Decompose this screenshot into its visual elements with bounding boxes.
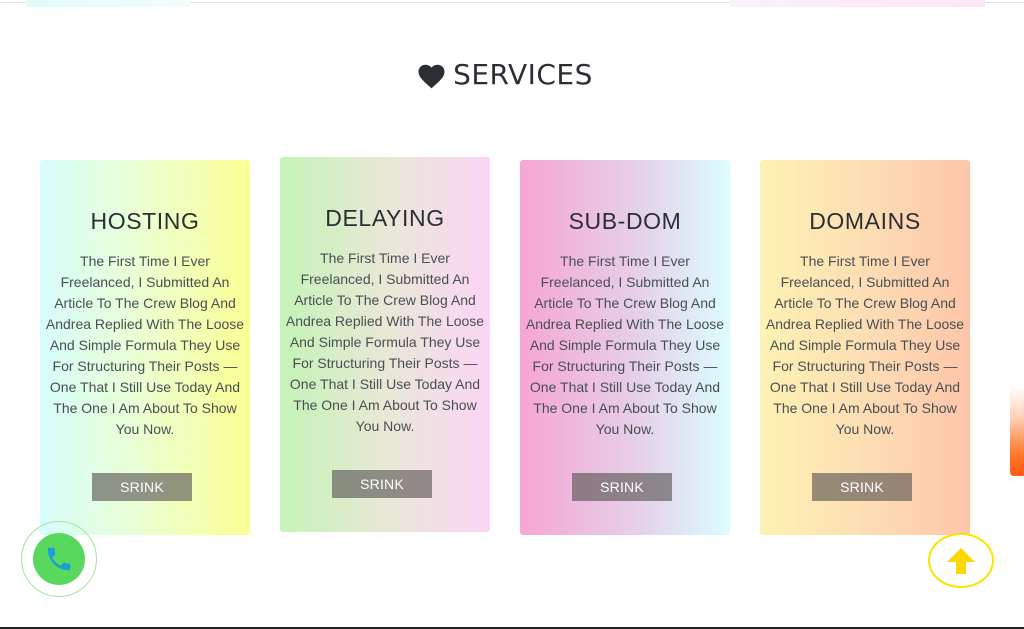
card-title: DOMAINS	[809, 208, 921, 234]
srink-button[interactable]: SRINK	[812, 473, 912, 501]
heart-icon	[418, 64, 445, 88]
service-card-domains: DOMAINS The First Time I Ever Freelanced…	[760, 160, 970, 535]
section-title: SERVICES	[453, 58, 593, 91]
srink-button[interactable]: SRINK	[92, 473, 192, 501]
card-title: DELAYING	[325, 205, 445, 231]
service-card-sub-dom: SUB-DOM The First Time I Ever Freelanced…	[520, 160, 730, 535]
call-button-inner[interactable]	[33, 533, 85, 585]
phone-icon	[47, 547, 71, 571]
card-description: The First Time I Ever Freelanced, I Subm…	[765, 253, 965, 437]
scroll-to-top-button[interactable]	[928, 533, 994, 588]
card-title: HOSTING	[90, 208, 200, 234]
service-card-delaying: DELAYING The First Time I Ever Freelance…	[280, 157, 490, 532]
arrow-up-icon	[947, 547, 975, 574]
card-title: SUB-DOM	[568, 208, 682, 234]
card-description: The First Time I Ever Freelanced, I Subm…	[45, 253, 245, 437]
call-button[interactable]	[21, 521, 97, 597]
previous-section-card-edge	[26, 0, 190, 7]
services-heading: SERVICES	[0, 58, 1010, 91]
card-description: The First Time I Ever Freelanced, I Subm…	[525, 253, 725, 437]
page: SERVICES HOSTING The First Time I Ever F…	[0, 0, 1024, 629]
srink-button[interactable]: SRINK	[332, 470, 432, 498]
scroll-progress-indicator	[1010, 386, 1024, 476]
card-description: The First Time I Ever Freelanced, I Subm…	[285, 250, 485, 434]
srink-button[interactable]: SRINK	[572, 473, 672, 501]
previous-section-card-edge	[730, 0, 985, 7]
service-card-hosting: HOSTING The First Time I Ever Freelanced…	[40, 160, 250, 535]
